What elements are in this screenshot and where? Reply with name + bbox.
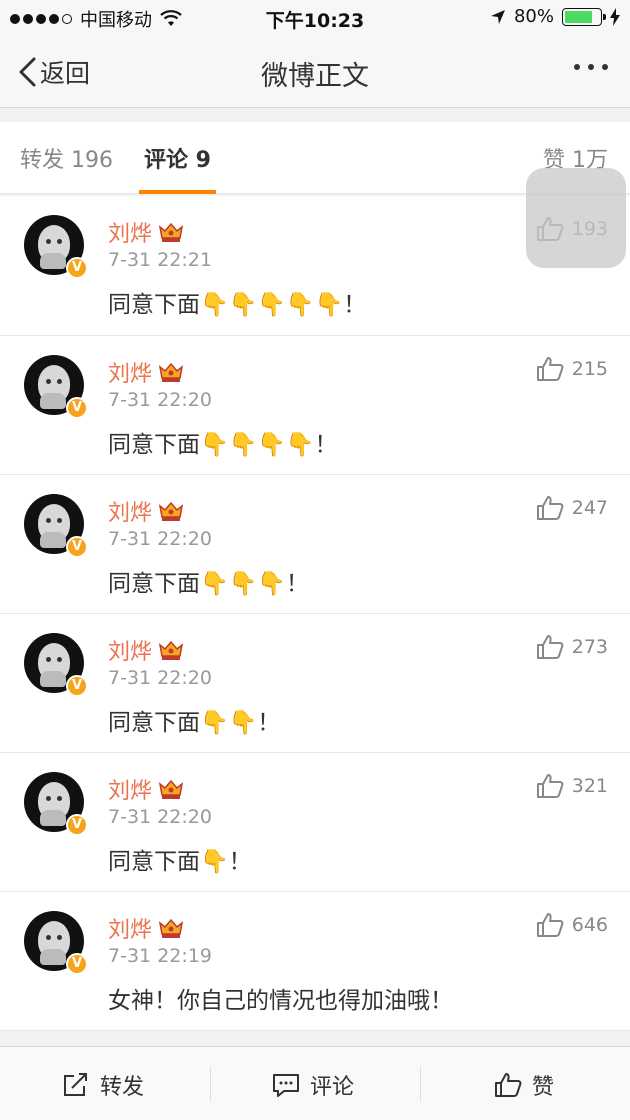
comment-like-button[interactable]: 646 xyxy=(536,912,608,938)
toolbar-divider xyxy=(210,1067,211,1101)
battery-level-fill xyxy=(565,10,593,23)
avatar[interactable]: V xyxy=(24,633,88,697)
charging-bolt-icon xyxy=(610,7,620,26)
thumbs-up-icon xyxy=(536,496,564,520)
comment-timestamp: 7-31 22:20 xyxy=(108,806,212,828)
comment-text: 同意下面👇👇👇👇！ xyxy=(108,432,338,458)
verified-badge-icon: V xyxy=(66,814,88,836)
crown-icon xyxy=(158,640,184,660)
comment-timestamp: 7-31 22:20 xyxy=(108,528,212,550)
username[interactable]: 刘烨 xyxy=(108,216,152,248)
comment-like-button[interactable]: 273 xyxy=(536,634,608,660)
status-bar: 中国移动 下午10:23 80% xyxy=(0,0,630,36)
like-label: 赞 xyxy=(532,1075,555,1100)
avatar[interactable]: V xyxy=(24,911,88,975)
battery-icon xyxy=(562,7,606,26)
navigation-bar: 返回 微博正文 xyxy=(0,36,630,108)
bottom-toolbar: 转发 评论 赞 xyxy=(0,1046,630,1120)
location-arrow-icon xyxy=(490,9,505,24)
like-count: 247 xyxy=(571,497,608,519)
like-count: 646 xyxy=(571,914,608,936)
thumbs-up-icon xyxy=(536,774,564,798)
more-dots-icon[interactable] xyxy=(574,64,608,70)
page-title: 微博正文 xyxy=(261,61,369,92)
repost-label: 转发 xyxy=(100,1075,145,1100)
username[interactable]: 刘烨 xyxy=(108,773,152,805)
comment-item[interactable]: V 刘烨 7-31 22:20 同意下面👇👇！ 273 xyxy=(0,614,630,753)
crown-icon xyxy=(158,918,184,938)
avatar[interactable]: V xyxy=(24,355,88,419)
comment-item[interactable]: V 刘烨 7-31 22:20 同意下面👇！ 321 xyxy=(0,753,630,892)
share-icon xyxy=(64,1073,87,1096)
verified-badge-icon: V xyxy=(66,397,88,419)
username[interactable]: 刘烨 xyxy=(108,912,152,944)
verified-badge-icon: V xyxy=(66,536,88,558)
like-count: 321 xyxy=(571,775,608,797)
thumbs-up-icon xyxy=(536,635,564,659)
comment-timestamp: 7-31 22:19 xyxy=(108,945,212,967)
battery-percent: 80% xyxy=(513,6,554,27)
comment-label: 评论 xyxy=(310,1075,355,1100)
repost-button[interactable]: 转发 xyxy=(62,1069,144,1101)
comment-list: V 刘烨 7-31 22:21 同意下面👇👇👇👇👇！ 193 V xyxy=(0,196,630,1031)
comment-text: 女神！你自己的情况也得加油哦！ xyxy=(108,988,453,1014)
comment-text: 同意下面👇👇👇👇👇！ xyxy=(108,292,367,318)
comment-timestamp: 7-31 22:21 xyxy=(108,249,212,271)
tab-repost[interactable]: 转发 196 xyxy=(20,142,113,174)
verified-badge-icon: V xyxy=(66,675,88,697)
status-right-group: 80% xyxy=(490,6,620,27)
thumbs-up-icon xyxy=(495,1073,522,1097)
username[interactable]: 刘烨 xyxy=(108,634,152,666)
crown-icon xyxy=(158,222,184,242)
avatar[interactable]: V xyxy=(24,494,88,558)
tab-comment[interactable]: 评论 9 xyxy=(144,142,211,174)
comment-timestamp: 7-31 22:20 xyxy=(108,667,212,689)
thumbs-up-icon xyxy=(536,913,564,937)
comment-text: 同意下面👇👇👇！ xyxy=(108,571,309,597)
comment-item[interactable]: V 刘烨 7-31 22:20 同意下面👇👇👇！ 247 xyxy=(0,475,630,614)
like-count: 215 xyxy=(571,358,608,380)
comment-item[interactable]: V 刘烨 7-31 22:19 女神！你自己的情况也得加油哦！ 646 xyxy=(0,892,630,1031)
avatar[interactable]: V xyxy=(24,215,88,279)
comment-text: 同意下面👇！ xyxy=(108,849,252,875)
comment-button[interactable]: 评论 xyxy=(272,1069,354,1101)
avatar[interactable]: V xyxy=(24,772,88,836)
comment-like-button[interactable]: 321 xyxy=(536,773,608,799)
like-button[interactable]: 赞 xyxy=(494,1069,554,1101)
comment-like-button[interactable]: 215 xyxy=(536,356,608,382)
press-highlight xyxy=(526,168,626,268)
comment-text: 同意下面👇👇！ xyxy=(108,710,281,736)
thumbs-up-icon xyxy=(536,357,564,381)
username[interactable]: 刘烨 xyxy=(108,356,152,388)
crown-icon xyxy=(158,362,184,382)
username[interactable]: 刘烨 xyxy=(108,495,152,527)
toolbar-divider xyxy=(420,1067,421,1101)
verified-badge-icon: V xyxy=(66,953,88,975)
active-tab-indicator xyxy=(139,190,216,194)
like-count: 273 xyxy=(571,636,608,658)
comment-like-button[interactable]: 247 xyxy=(536,495,608,521)
comment-timestamp: 7-31 22:20 xyxy=(108,389,212,411)
comment-item[interactable]: V 刘烨 7-31 22:20 同意下面👇👇👇👇！ 215 xyxy=(0,336,630,475)
crown-icon xyxy=(158,779,184,799)
verified-badge-icon: V xyxy=(66,257,88,279)
comment-bubble-icon xyxy=(273,1074,299,1097)
crown-icon xyxy=(158,501,184,521)
